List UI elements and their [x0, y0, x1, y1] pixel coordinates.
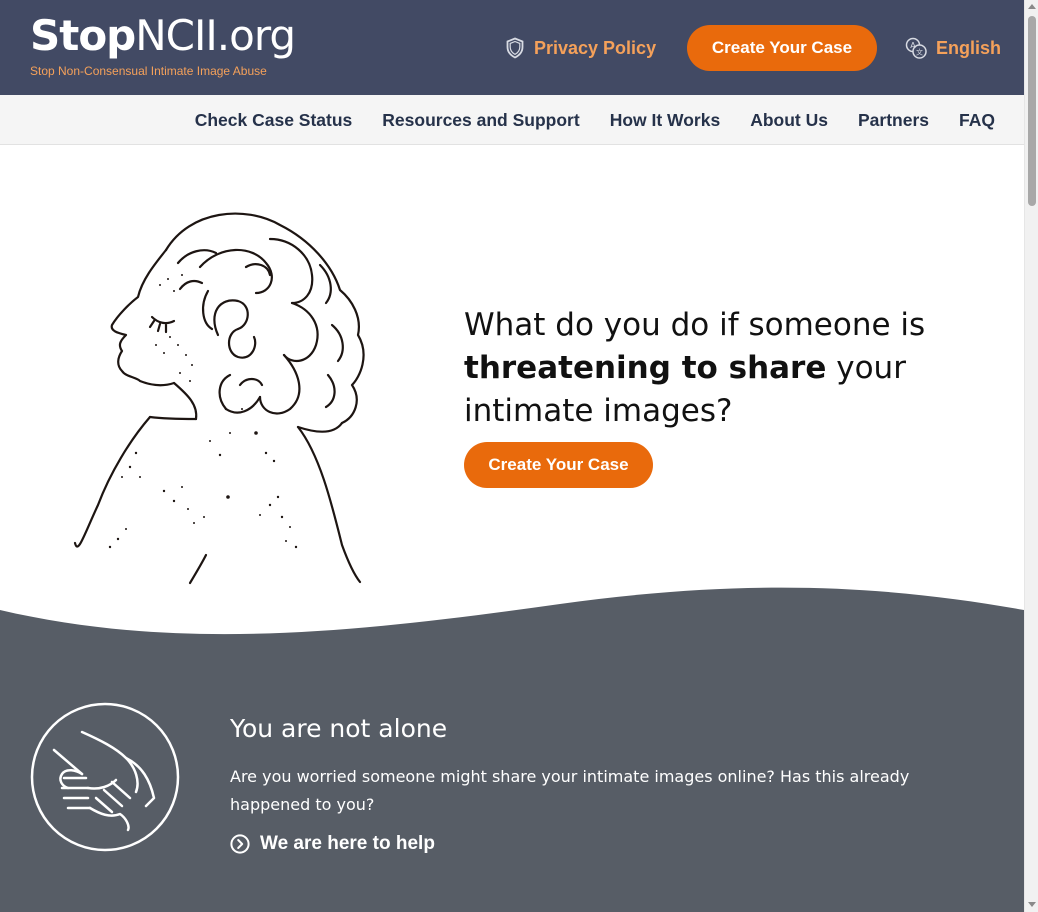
nav-partners[interactable]: Partners: [858, 110, 929, 131]
help-link-label: We are here to help: [260, 833, 435, 854]
translate-icon: A 文: [905, 37, 927, 59]
help-link[interactable]: We are here to help: [230, 833, 435, 855]
hero-emphasis: threatening to share: [464, 350, 827, 386]
logo-bold-part: Stop: [30, 11, 136, 60]
nav-resources-and-support[interactable]: Resources and Support: [382, 110, 579, 131]
logo-tagline: Stop Non-Consensual Intimate Image Abuse: [30, 64, 267, 78]
svg-text:文: 文: [916, 48, 923, 57]
hero-line-1: What do you do if someone is: [464, 307, 926, 343]
page-scrollbar[interactable]: [1024, 0, 1038, 912]
privacy-policy-label: Privacy Policy: [534, 37, 657, 58]
hero-illustration: [73, 212, 365, 585]
scroll-down-arrow-icon[interactable]: [1028, 902, 1036, 907]
privacy-policy-link[interactable]: Privacy Policy: [505, 37, 656, 59]
hero-line-3: intimate images?: [464, 393, 733, 429]
header-create-case-button[interactable]: Create Your Case: [687, 25, 877, 71]
main-nav: Check Case Status Resources and Support …: [195, 95, 995, 145]
nav-about-us[interactable]: About Us: [750, 110, 828, 131]
support-body: Are you worried someone might share your…: [230, 767, 910, 814]
support-title: You are not alone: [230, 714, 448, 743]
wave-divider: [0, 587, 1024, 642]
language-selector[interactable]: A 文 English: [905, 37, 1001, 59]
hero-line-2-rest: your: [826, 350, 906, 386]
nav-faq[interactable]: FAQ: [959, 110, 995, 131]
main-nav-bar: Check Case Status Resources and Support …: [0, 95, 1024, 145]
chevron-circle-right-icon: [230, 834, 250, 854]
scrollbar-thumb[interactable]: [1028, 16, 1036, 206]
hero-headline: What do you do if someone is threatening…: [464, 304, 1004, 433]
hero-line-2: threatening to share your: [464, 347, 1004, 390]
site-header: StopNCII.org Stop Non-Consensual Intimat…: [0, 0, 1024, 95]
scroll-up-arrow-icon[interactable]: [1028, 4, 1036, 9]
logo-wordmark: StopNCII.org: [30, 11, 296, 60]
shield-icon: [506, 37, 524, 59]
nav-check-case-status[interactable]: Check Case Status: [195, 110, 353, 131]
helping-hands-icon: [30, 702, 180, 852]
language-label: English: [936, 37, 1002, 58]
nav-how-it-works[interactable]: How It Works: [610, 110, 721, 131]
hero-create-case-button[interactable]: Create Your Case: [464, 442, 653, 488]
site-logo[interactable]: StopNCII.org Stop Non-Consensual Intimat…: [30, 11, 296, 79]
logo-light-part: NCII.org: [135, 11, 296, 60]
